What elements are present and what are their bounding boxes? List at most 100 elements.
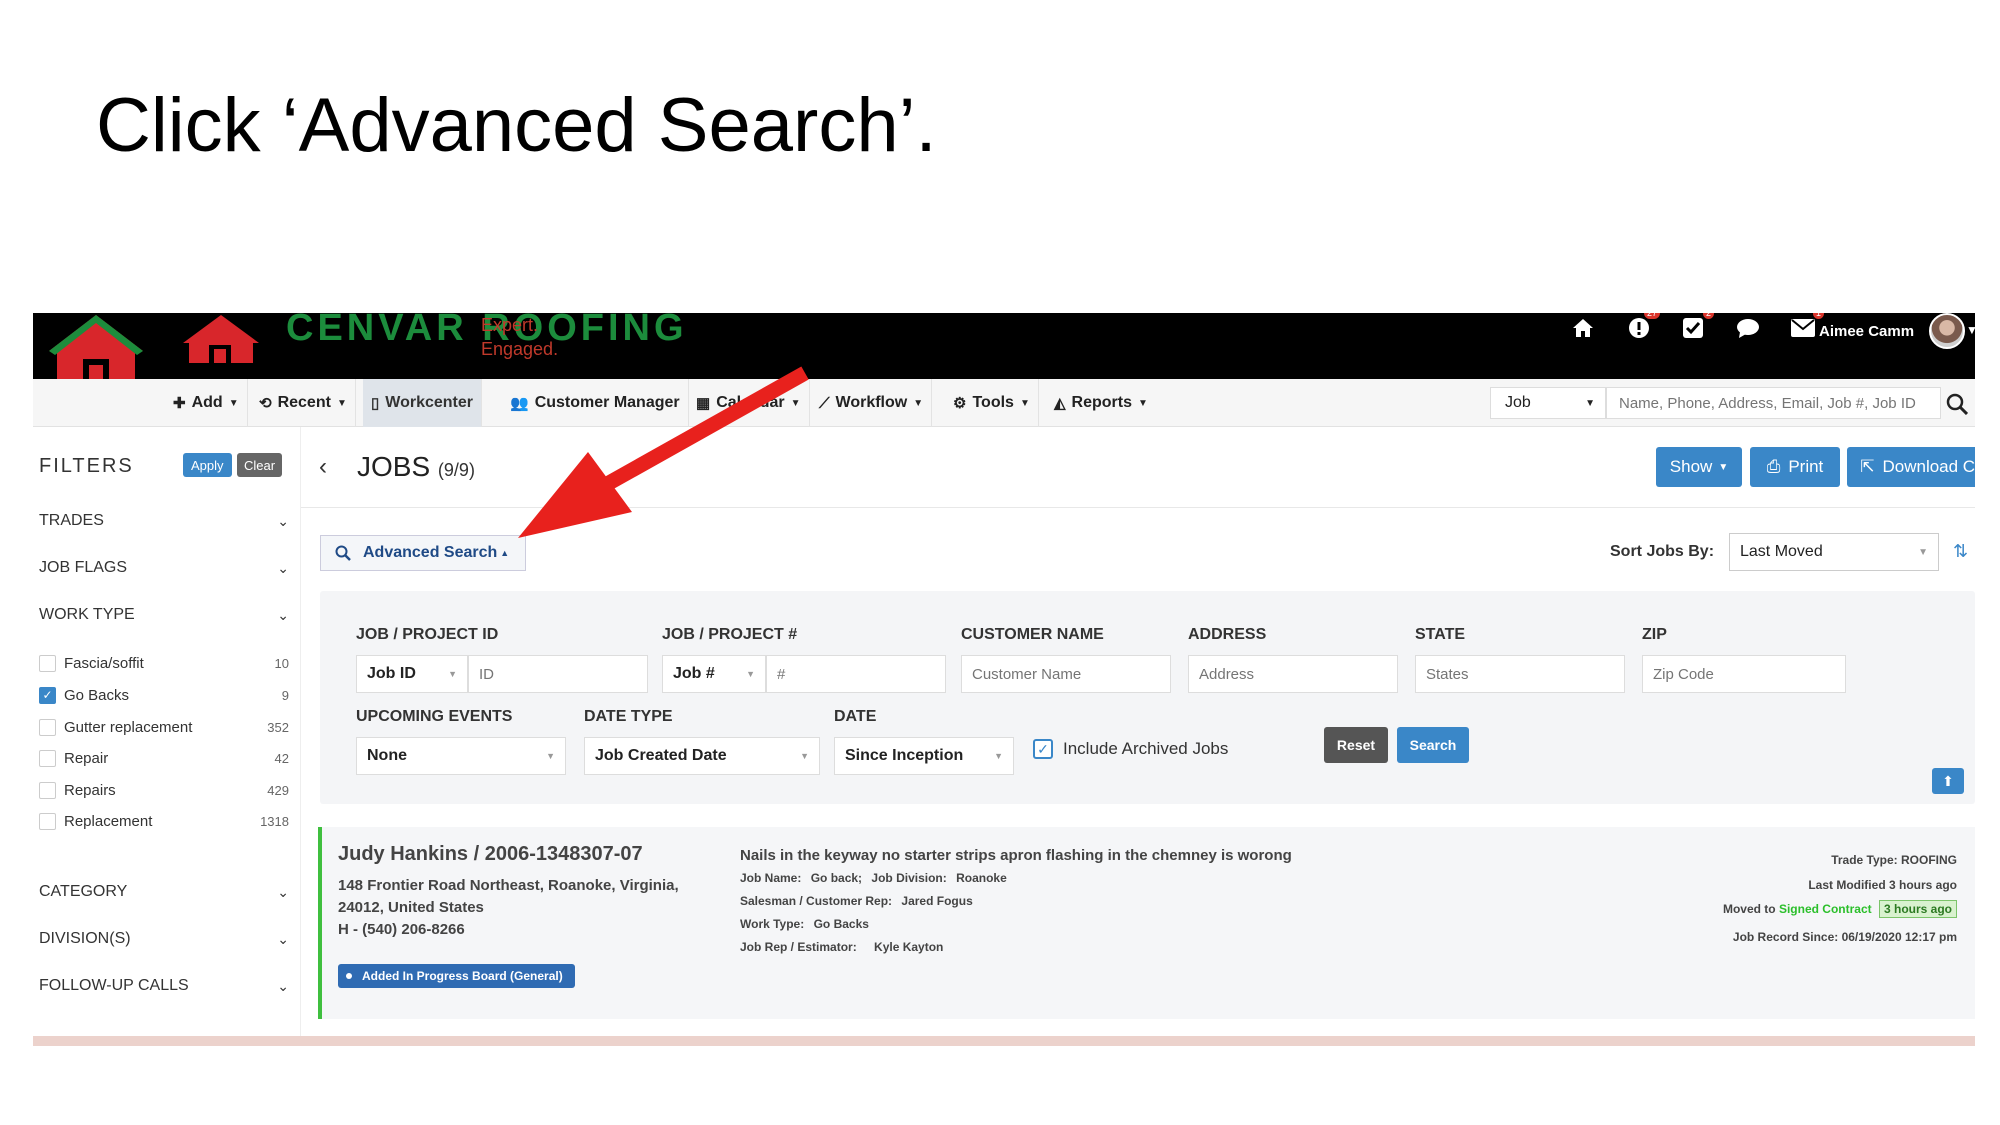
moved-to-label: Moved to xyxy=(1722,902,1776,916)
filter-section-job-flags[interactable]: JOB FLAGS ⌄ xyxy=(39,559,289,577)
caret-down-icon: ▼ xyxy=(448,669,457,679)
users-icon: 👥 xyxy=(510,395,529,412)
salesman-label: Salesman / Customer Rep: xyxy=(740,894,893,908)
search-input[interactable] xyxy=(1606,387,1941,419)
filter-section-label: DIVISION(S) xyxy=(39,930,131,947)
date-type-select[interactable]: Job Created Date ▼ xyxy=(584,737,820,775)
alert-icon[interactable]: 27 xyxy=(1624,313,1660,343)
job-id-type-select[interactable]: Job ID ▼ xyxy=(356,655,468,693)
checkbox[interactable] xyxy=(39,749,56,767)
job-phone: H - (540) 206-8266 xyxy=(338,921,465,938)
job-rep-label: Job Rep / Estimator: xyxy=(740,940,857,954)
work-type-option-repair[interactable]: Repair 42 xyxy=(39,747,289,769)
search-type-select[interactable]: Job ▼ xyxy=(1490,387,1606,419)
job-division-label: Job Division: xyxy=(871,871,947,885)
work-type-option-gutter[interactable]: Gutter replacement 352 xyxy=(39,716,289,738)
nav-calendar[interactable]: ▦ Calendar ▼ xyxy=(688,379,810,427)
date-select[interactable]: Since Inception ▼ xyxy=(834,737,1014,775)
sort-value: Last Moved xyxy=(1740,543,1823,560)
zip-label: ZIP xyxy=(1642,626,1667,643)
upcoming-events-select[interactable]: None ▼ xyxy=(356,737,566,775)
nav-workcenter[interactable]: ▯ Workcenter xyxy=(363,379,482,427)
building-icon: ▯ xyxy=(371,395,380,412)
job-id-input[interactable] xyxy=(468,655,648,693)
search-button[interactable]: Search xyxy=(1397,727,1469,763)
mail-badge: 1 xyxy=(1812,313,1824,319)
download-csv-button[interactable]: ⇱ Download CSV xyxy=(1847,447,1975,487)
jobs-count: (9/9) xyxy=(437,460,475,480)
work-type-label: Repairs xyxy=(64,781,116,799)
job-project-id-label: JOB / PROJECT ID xyxy=(356,626,499,643)
caret-down-icon: ▼ xyxy=(790,397,801,409)
show-button[interactable]: Show ▼ xyxy=(1656,447,1742,487)
job-card[interactable]: Judy Hankins / 2006-1348307-07 148 Front… xyxy=(318,827,1975,1019)
filter-section-divisions[interactable]: DIVISION(S) ⌄ xyxy=(39,930,289,948)
zip-input[interactable] xyxy=(1642,655,1846,693)
clear-filters-button[interactable]: Clear xyxy=(237,453,283,477)
nav-tools[interactable]: ⚙ Tools ▼ xyxy=(945,379,1039,427)
nav-add[interactable]: ✚ Add ▼ xyxy=(165,379,248,427)
board-badge[interactable]: Added In Progress Board (General) xyxy=(338,964,575,988)
filter-section-trades[interactable]: TRADES ⌄ xyxy=(39,512,289,530)
filter-section-follow-up-calls[interactable]: FOLLOW-UP CALLS ⌄ xyxy=(39,977,289,995)
apply-filters-button[interactable]: Apply xyxy=(183,453,232,477)
search-type-value: Job xyxy=(1505,394,1531,411)
job-title[interactable]: Judy Hankins / 2006-1348307-07 xyxy=(338,843,643,866)
job-number-input[interactable] xyxy=(766,655,946,693)
include-archived-checkbox[interactable]: ✓ xyxy=(1033,739,1053,759)
work-type-option-fascia[interactable]: Fascia/soffit 10 xyxy=(39,652,289,674)
moved-ago-badge: 3 hours ago xyxy=(1878,900,1957,918)
job-note: Nails in the keyway no starter strips ap… xyxy=(740,847,1292,864)
sort-order-icon[interactable]: ⇅ xyxy=(1953,541,1968,562)
home-icon[interactable] xyxy=(1568,313,1598,343)
states-input[interactable] xyxy=(1415,655,1625,693)
checkbox[interactable] xyxy=(39,812,56,830)
arrow-up-icon[interactable]: ⬆ xyxy=(1932,768,1964,794)
back-chevron-icon[interactable]: ‹ xyxy=(319,453,327,481)
search-icon[interactable] xyxy=(1946,393,1968,415)
print-button[interactable]: ⎙ Print xyxy=(1750,447,1840,487)
filter-section-label: JOB FLAGS xyxy=(39,559,128,576)
nav-workflow[interactable]: ⟋ Workflow ▼ xyxy=(811,379,933,427)
checkbox[interactable] xyxy=(39,654,56,672)
caret-down-icon: ▼ xyxy=(1138,397,1148,409)
user-name[interactable]: Aimee Camm xyxy=(1819,323,1914,340)
moved-status[interactable]: Signed Contract xyxy=(1779,902,1872,916)
divider xyxy=(301,507,1975,508)
job-address-line-2: 24012, United States xyxy=(338,899,484,916)
advanced-search-toggle[interactable]: Advanced Search ▲ xyxy=(320,535,526,571)
sort-select[interactable]: Last Moved ▼ xyxy=(1729,533,1939,571)
last-modified: Last Modified 3 hours ago xyxy=(1808,878,1957,892)
customer-name-input[interactable] xyxy=(961,655,1171,693)
avatar[interactable] xyxy=(1929,313,1965,349)
work-type-option-repairs[interactable]: Repairs 429 xyxy=(39,779,289,801)
app-window: CENVAR ROOFING Expert. Engaged. 27 2 1 A… xyxy=(33,313,1975,1046)
mail-icon[interactable]: 1 xyxy=(1788,313,1824,343)
caret-down-icon: ▼ xyxy=(913,397,924,409)
nav-customer-manager[interactable]: 👥 Customer Manager xyxy=(502,379,689,427)
nav-recent[interactable]: ⟲ Recent ▼ xyxy=(251,379,356,427)
checkbox[interactable] xyxy=(39,781,56,799)
work-type-count: 9 xyxy=(281,687,289,703)
job-rep-row: Job Rep / Estimator: Kyle Kayton xyxy=(740,940,943,954)
chevron-down-icon[interactable]: ▼ xyxy=(1966,323,1975,337)
work-type-count: 10 xyxy=(274,655,289,671)
filter-section-work-type[interactable]: WORK TYPE ⌄ xyxy=(39,606,289,624)
reset-button[interactable]: Reset xyxy=(1324,727,1388,763)
chat-icon[interactable] xyxy=(1733,313,1763,343)
work-type-option-go-backs[interactable]: ✓ Go Backs 9 xyxy=(39,684,289,706)
bottom-strip xyxy=(33,1036,1975,1046)
chevron-down-icon: ⌄ xyxy=(277,512,289,529)
filter-section-category[interactable]: CATEGORY ⌄ xyxy=(39,883,289,901)
job-number-type-select[interactable]: Job # ▼ xyxy=(662,655,766,693)
include-archived-label[interactable]: Include Archived Jobs xyxy=(1063,739,1228,759)
download-csv-label: Download CSV xyxy=(1882,457,1975,476)
checkbox[interactable] xyxy=(39,718,56,736)
check-square-icon[interactable]: 2 xyxy=(1678,313,1714,343)
checkbox-checked[interactable]: ✓ xyxy=(39,686,56,704)
nav-reports[interactable]: ◭ Reports ▼ xyxy=(1046,379,1156,427)
work-type-option-replacement[interactable]: Replacement 1318 xyxy=(39,810,289,832)
job-name-label: Job Name: xyxy=(740,871,802,885)
show-button-label: Show xyxy=(1669,457,1713,476)
address-input[interactable] xyxy=(1188,655,1398,693)
